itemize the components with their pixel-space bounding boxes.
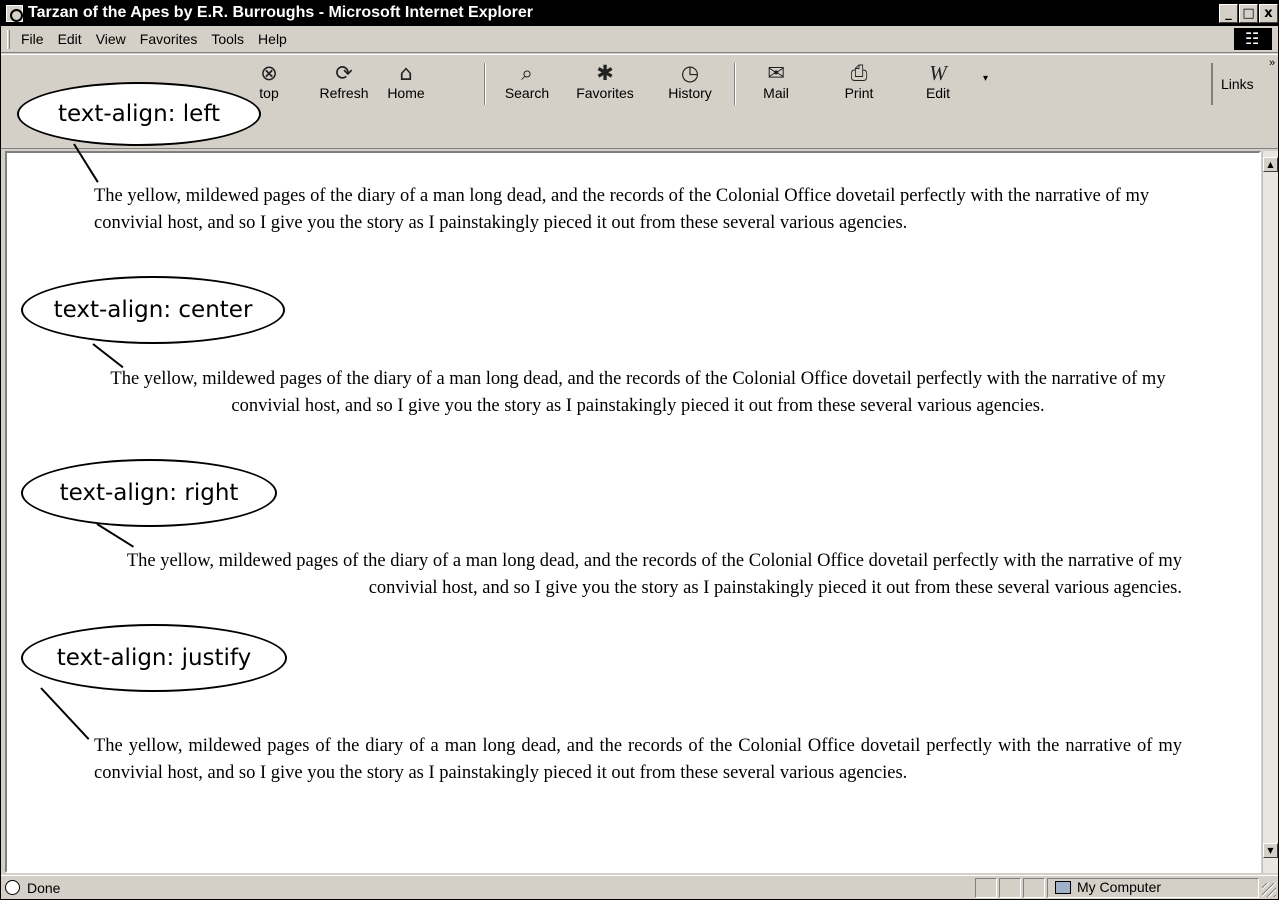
history-label: History (668, 85, 712, 101)
refresh-icon: ⟳ (335, 61, 353, 85)
status-text: Done (27, 880, 61, 896)
status-cell (975, 878, 997, 898)
browser-window: Tarzan of the Apes by E.R. Burroughs - M… (0, 0, 1279, 900)
scroll-down-button[interactable]: ▼ (1263, 843, 1278, 858)
print-icon: ⎙ (850, 61, 868, 85)
search-icon: ⌕ (521, 61, 533, 85)
my-computer-icon (1055, 881, 1071, 894)
favorites-icon: ✱ (596, 61, 614, 85)
ie-logo-icon[interactable] (6, 5, 23, 22)
refresh-button[interactable]: ⟳ Refresh (314, 61, 374, 105)
paragraph-right: The yellow, mildewed pages of the diary … (126, 551, 1182, 598)
scroll-up-button[interactable]: ▲ (1263, 157, 1278, 172)
security-zone-label: My Computer (1077, 879, 1162, 895)
search-button[interactable]: ⌕ Search (497, 61, 557, 105)
vertical-scrollbar[interactable]: ▲ ▼ (1262, 151, 1278, 873)
history-icon: ◷ (680, 61, 700, 85)
window-title: Tarzan of the Apes by E.R. Burroughs - M… (28, 4, 533, 21)
toolbar-separator (734, 63, 736, 105)
refresh-label: Refresh (319, 85, 369, 101)
security-zone: My Computer (1055, 879, 1161, 895)
mail-button[interactable]: ✉ Mail (746, 61, 806, 105)
home-label: Home (387, 85, 425, 101)
window-controls: _ □ x (1219, 4, 1278, 23)
stop-icon: ⊗ (260, 61, 278, 85)
favorites-button[interactable]: ✱ Favorites (575, 61, 635, 105)
callout-text-align-right: text-align: right (21, 459, 277, 527)
menu-file[interactable]: File (21, 31, 44, 47)
callout-text-align-justify: text-align: justify (21, 624, 287, 692)
edit-button[interactable]: W Edit (908, 61, 968, 105)
resize-grip[interactable] (1262, 883, 1276, 897)
home-button[interactable]: ⌂ Home (376, 61, 436, 105)
status-cell (999, 878, 1021, 898)
toolbar-separator (484, 63, 486, 105)
callout-text-align-center: text-align: center (21, 276, 285, 344)
paragraph-justify: The yellow, mildewed pages of the diary … (94, 736, 1182, 783)
home-icon: ⌂ (399, 61, 413, 85)
search-label: Search (504, 85, 550, 101)
print-label: Print (844, 85, 874, 101)
links-bar[interactable]: Links (1211, 63, 1254, 105)
status-cell (1023, 878, 1045, 898)
menu-view[interactable]: View (96, 31, 126, 47)
links-chevron-icon[interactable]: » (1269, 57, 1275, 69)
menu-items: File Edit View Favorites Tools Help (21, 31, 287, 47)
menu-grip[interactable] (7, 30, 10, 49)
callout-text-align-left: text-align: left (17, 82, 261, 146)
edit-icon: W (929, 61, 947, 85)
favorites-label: Favorites (576, 85, 634, 101)
menu-tools[interactable]: Tools (211, 31, 244, 47)
windows-logo-icon (1234, 28, 1272, 50)
title-bar[interactable]: Tarzan of the Apes by E.R. Burroughs - M… (1, 1, 1278, 26)
menu-edit[interactable]: Edit (58, 31, 82, 47)
close-button[interactable]: x (1259, 4, 1278, 23)
status-bar: Done My Computer (1, 875, 1278, 899)
menu-favorites[interactable]: Favorites (140, 31, 198, 47)
print-button[interactable]: ⎙ Print (829, 61, 889, 105)
maximize-button[interactable]: □ (1239, 4, 1258, 23)
minimize-button[interactable]: _ (1219, 4, 1238, 23)
toolbar-dropdown-arrow[interactable]: ▾ (983, 73, 988, 84)
paragraph-center: The yellow, mildewed pages of the diary … (110, 369, 1166, 416)
mail-label: Mail (763, 85, 789, 101)
stop-label: top (259, 85, 279, 101)
mail-icon: ✉ (767, 61, 785, 85)
edit-label: Edit (925, 85, 951, 101)
menu-bar: File Edit View Favorites Tools Help (1, 26, 1278, 53)
menu-help[interactable]: Help (258, 31, 287, 47)
history-button[interactable]: ◷ History (660, 61, 720, 105)
page-status-icon (5, 880, 20, 895)
paragraph-left: The yellow, mildewed pages of the diary … (94, 186, 1150, 233)
stop-button[interactable]: ⊗ top (239, 61, 299, 105)
